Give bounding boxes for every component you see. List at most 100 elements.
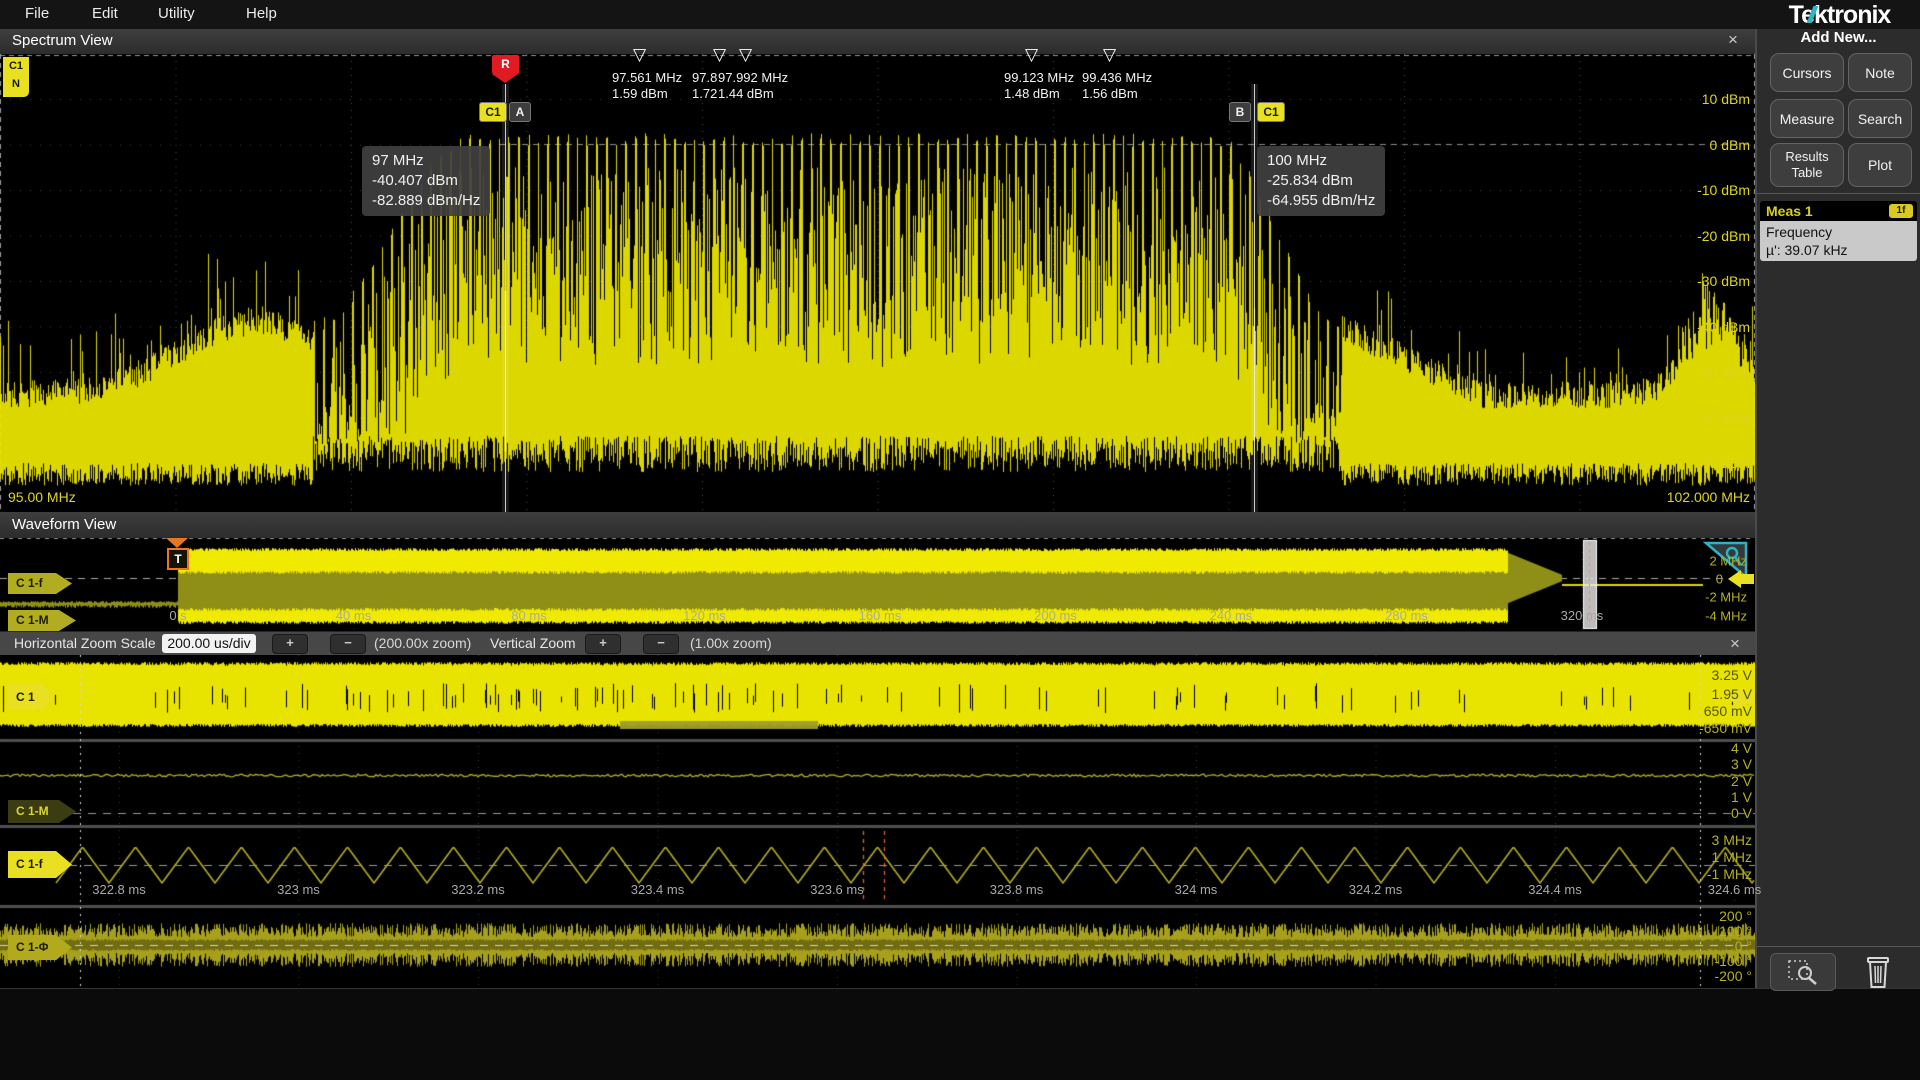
peak-marker-freq: 97.561 MHz xyxy=(612,70,682,85)
peak-marker-icon: ▽ xyxy=(633,46,646,63)
menu-utility[interactable]: Utility xyxy=(158,5,195,22)
spectrum-close-icon[interactable]: × xyxy=(1722,30,1744,50)
meas1-name: Frequency xyxy=(1766,223,1911,241)
spectrum-plot[interactable] xyxy=(0,54,1755,512)
zoom-time-label: 324.6 ms xyxy=(1708,882,1761,897)
reference-marker[interactable]: R xyxy=(492,55,519,74)
peak-marker-icon: ▽ xyxy=(1103,46,1116,63)
waveform-title: Waveform View xyxy=(12,516,116,533)
overview-axis-label: 2 MHz xyxy=(1709,554,1747,569)
zoom-mode-button[interactable] xyxy=(1770,953,1836,991)
h-zoom-plus-button[interactable]: + xyxy=(272,634,308,654)
menu-edit[interactable]: Edit xyxy=(92,5,118,22)
h-zoom-scale-input[interactable]: 200.00 us/div xyxy=(162,634,256,653)
sidebar-divider xyxy=(1755,29,1757,988)
spectrum-tab-sub: N xyxy=(3,72,29,90)
trash-icon[interactable] xyxy=(1858,950,1898,992)
zoom-scale-label: -100 ° xyxy=(1714,953,1752,969)
trigger-position-marker[interactable]: T xyxy=(167,548,189,570)
dbm-axis-label: -20 dBm xyxy=(1697,228,1750,244)
cursor-b-ampl: -25.834 dBm xyxy=(1267,171,1375,191)
v-zoom-label: Vertical Zoom xyxy=(490,635,576,651)
zoom-time-label: 324.4 ms xyxy=(1528,882,1581,897)
cursor-b-freq: 100 MHz xyxy=(1267,151,1375,171)
v-zoom-plus-button[interactable]: + xyxy=(585,634,621,654)
peak-marker-ampl: 1.56 dBm xyxy=(1082,86,1138,101)
results-table-button[interactable]: Results Table xyxy=(1770,143,1844,187)
h-zoom-scale-label: Horizontal Zoom Scale xyxy=(14,635,156,651)
dbm-axis-label: -50 dBm xyxy=(1697,364,1750,380)
zoom-scale-label: 2 V xyxy=(1731,773,1752,789)
tektronix-logo: Tektronix xyxy=(1759,1,1920,30)
zoom-scale-label: -650 mV xyxy=(1699,720,1752,736)
overview-time-label: 280 ms xyxy=(1385,608,1428,623)
peak-marker-freq: 97.8 xyxy=(692,70,717,85)
measure-button[interactable]: Measure xyxy=(1770,99,1844,138)
zoom-time-label: 324 ms xyxy=(1175,882,1218,897)
bottom-bar: Ch 1 650 mV/div 10 dBm/div 1 GHzBw Ch 1 … xyxy=(0,988,1920,1080)
overview-axis-label: -2 MHz xyxy=(1705,590,1747,605)
zoom-time-label: 323.2 ms xyxy=(451,882,504,897)
menu-bar: File Edit Utility Help xyxy=(0,0,1920,30)
overview-ref-arrow-icon[interactable] xyxy=(1728,570,1741,588)
v-zoom-minus-button[interactable]: − xyxy=(643,634,679,654)
freq-end-label: 102.000 MHz xyxy=(1667,489,1750,505)
dbm-axis-label: -70 dBm xyxy=(1697,455,1750,471)
zoom-scale-label: 100 ° xyxy=(1719,923,1752,939)
zoom-scale-label: 650 mV xyxy=(1704,703,1752,719)
cursors-button[interactable]: Cursors xyxy=(1770,53,1844,92)
overview-time-label: 200 ms xyxy=(1034,608,1077,623)
zoom-waveform-plot[interactable] xyxy=(0,655,1755,988)
v-zoom-factor: (1.00x zoom) xyxy=(690,635,772,651)
dbm-axis-label: -40 dBm xyxy=(1697,319,1750,335)
peak-marker-ampl: 1.59 dBm xyxy=(612,86,668,101)
cursor-a-badge[interactable]: A xyxy=(509,102,531,122)
spectrum-tab-label: C1 xyxy=(3,57,29,72)
cursor-a-channel-badge[interactable]: C1 xyxy=(479,102,507,122)
overview-time-label: 40 ms xyxy=(336,608,371,623)
overview-time-label: 80 ms xyxy=(511,608,546,623)
zoom-scale-label: -1 MHz xyxy=(1707,866,1752,882)
cursor-a-readout: 97 MHz -40.407 dBm -82.889 dBm/Hz xyxy=(362,146,490,216)
cursor-b-badge[interactable]: B xyxy=(1229,102,1251,122)
meas1-badge[interactable]: Meas 1 1f Frequency µ': 39.07 kHz xyxy=(1760,201,1917,261)
peak-marker-ampl: 1.48 dBm xyxy=(1004,86,1060,101)
meas1-title: Meas 1 xyxy=(1760,203,1813,219)
overview-axis-label: 0 xyxy=(1716,572,1723,587)
spectrum-titlebar: Spectrum View × xyxy=(0,29,1755,55)
dbm-axis-label: 0 dBm xyxy=(1710,137,1750,153)
cursor-b-line[interactable] xyxy=(1254,84,1255,512)
overview-time-label: 240 ms xyxy=(1210,608,1253,623)
cursor-b-density: -64.955 dBm/Hz xyxy=(1267,191,1375,211)
dbm-axis-label: 10 dBm xyxy=(1702,91,1750,107)
cursor-b-readout: 100 MHz -25.834 dBm -64.955 dBm/Hz xyxy=(1257,146,1385,216)
plot-button[interactable]: Plot xyxy=(1848,143,1912,187)
peak-marker-icon: ▽ xyxy=(739,46,752,63)
overview-time-label: 120 ms xyxy=(683,608,726,623)
freq-start-label: 95.00 MHz xyxy=(8,489,76,505)
zoom-time-label: 323.8 ms xyxy=(990,882,1043,897)
cursor-b-channel-badge[interactable]: C1 xyxy=(1257,102,1285,122)
zoom-scale-label: 3 V xyxy=(1731,756,1752,772)
zoom-time-label: 323.6 ms xyxy=(810,882,863,897)
cursor-a-ampl: -40.407 dBm xyxy=(372,171,480,191)
cursor-a-line[interactable] xyxy=(505,84,506,512)
zoom-scale-label: 0 ° xyxy=(1735,938,1752,954)
note-button[interactable]: Note xyxy=(1848,53,1912,92)
zoombar-close-icon[interactable]: × xyxy=(1724,634,1746,654)
zoom-scale-label: 4 V xyxy=(1731,740,1752,756)
menu-help[interactable]: Help xyxy=(246,5,277,22)
menu-file[interactable]: File xyxy=(25,5,49,22)
meas1-source-badge: 1f xyxy=(1889,204,1913,218)
zoom-scale-label: 200 ° xyxy=(1719,908,1752,924)
divider xyxy=(1757,946,1920,947)
zoom-time-label: 324.2 ms xyxy=(1349,882,1402,897)
oscilloscope-app: File Edit Utility Help Spectrum View × C… xyxy=(0,0,1920,1080)
zoom-scale-label: 3.25 V xyxy=(1712,667,1752,683)
h-zoom-minus-button[interactable]: − xyxy=(330,634,366,654)
peak-marker-ampl: 1.72 xyxy=(692,86,717,101)
spectrum-channel-tab[interactable]: C1 N xyxy=(3,57,29,97)
zoom-scale-label: 3 MHz xyxy=(1712,832,1752,848)
zoom-scale-label: 1.95 V xyxy=(1712,686,1752,702)
search-button[interactable]: Search xyxy=(1848,99,1912,138)
